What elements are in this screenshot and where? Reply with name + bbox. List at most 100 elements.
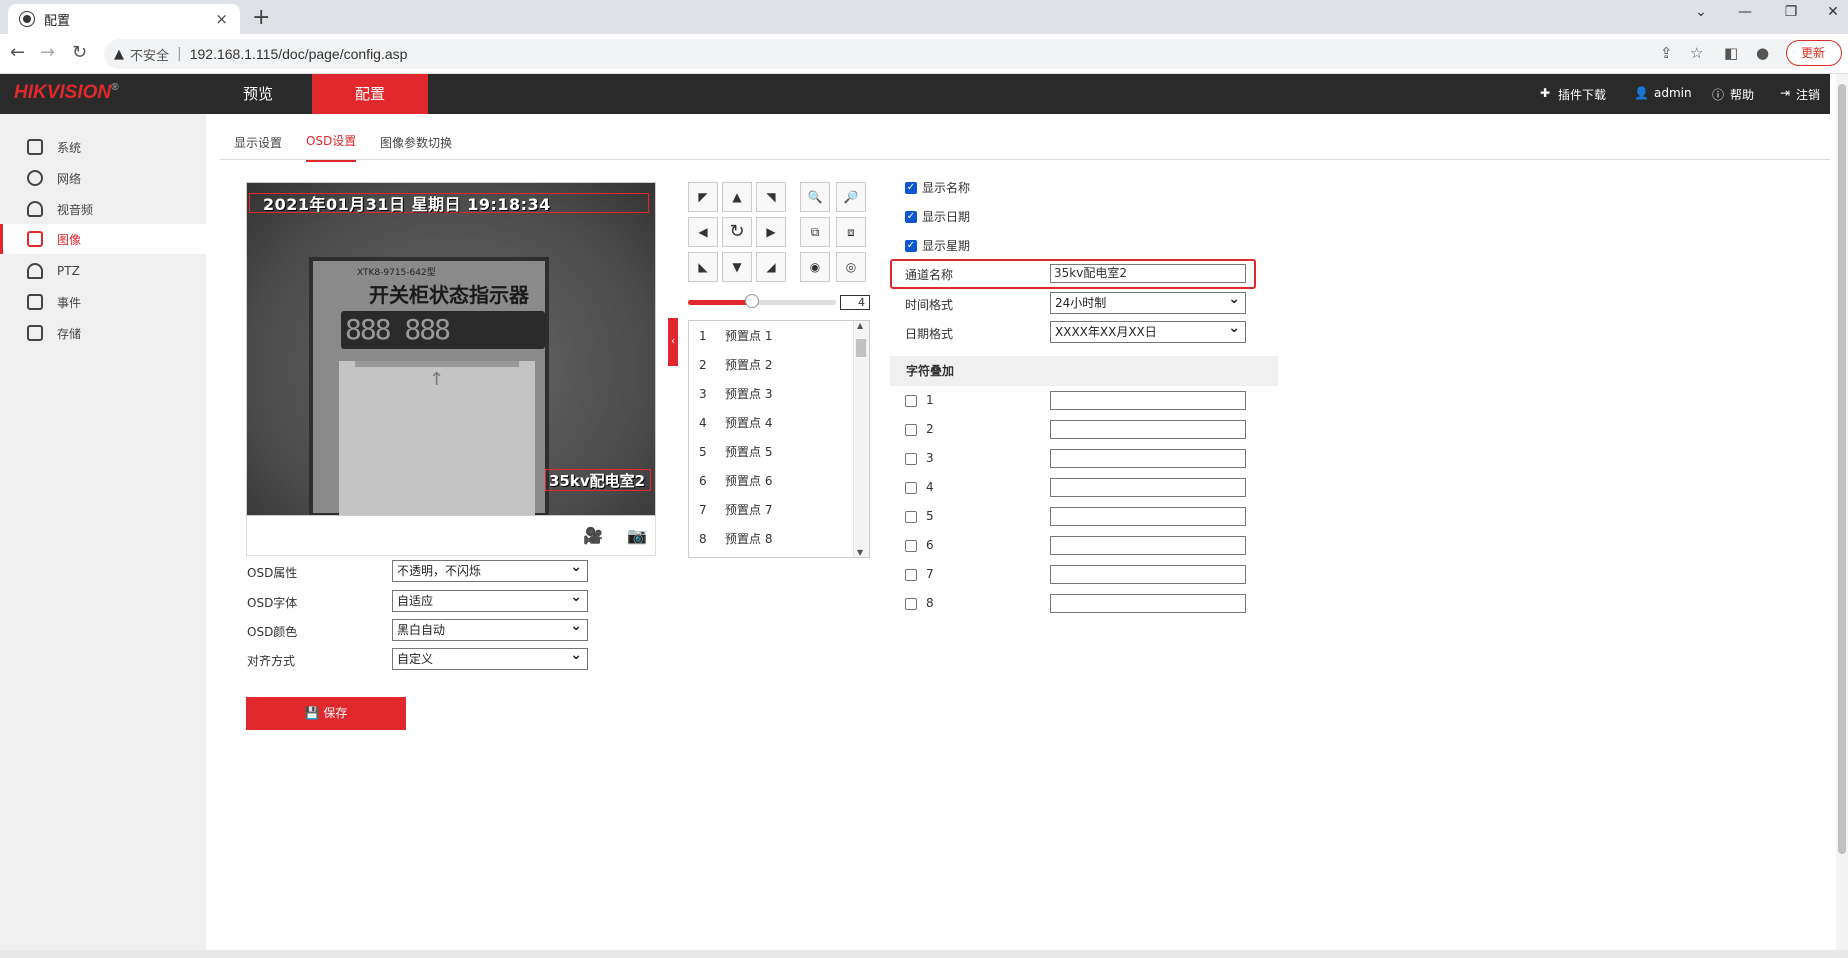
scroll-down-icon[interactable]: ▼	[857, 548, 863, 557]
preset-scrollbar[interactable]: ▲ ▼	[853, 321, 869, 557]
date-format-select[interactable]: XXXX年XX月XX日	[1050, 318, 1246, 343]
list-item[interactable]: 6 预置点 6	[689, 466, 853, 495]
focus-far-button[interactable]: ⧈	[836, 217, 866, 247]
close-window-icon[interactable]: ✕	[1818, 4, 1848, 20]
zoom-out-button[interactable]: 🔍	[800, 182, 830, 212]
overlay-checkbox-8[interactable]	[905, 598, 917, 610]
sidebar-item-ptz[interactable]: PTZ	[0, 256, 206, 286]
sidebar-item-image[interactable]: 图像	[0, 224, 206, 254]
ptz-up-right-button[interactable]: ◥	[756, 182, 786, 212]
preset-scroll-thumb[interactable]	[856, 339, 866, 357]
overlay-input-3[interactable]	[1050, 449, 1246, 468]
nav-preview[interactable]: 预览	[208, 74, 308, 114]
scroll-up-icon[interactable]: ▲	[857, 321, 863, 330]
logout-link[interactable]: 注销	[1796, 86, 1820, 103]
ptz-left-button[interactable]: ◀	[688, 217, 718, 247]
record-icon[interactable]: 🎥	[583, 526, 603, 545]
overlay-input-1[interactable]	[1050, 391, 1246, 410]
show-week-checkbox[interactable]: ✓	[905, 240, 917, 252]
close-tab-icon[interactable]: ×	[215, 10, 228, 28]
snapshot-icon[interactable]: 📷	[627, 526, 647, 545]
bookmark-star-icon[interactable]: ☆	[1690, 44, 1703, 62]
overlay-checkbox-4[interactable]	[905, 482, 917, 494]
list-item[interactable]: 5 预置点 5	[689, 437, 853, 466]
tab-osd-settings[interactable]: OSD设置	[306, 132, 357, 162]
osd-font-select[interactable]: 自适应	[392, 587, 588, 612]
align-select[interactable]: 自定义	[392, 645, 588, 670]
osd-attr-select[interactable]: 不透明，不闪烁	[392, 557, 588, 582]
ptz-speed-knob[interactable]	[744, 294, 759, 308]
list-item[interactable]: 3 预置点 3	[689, 379, 853, 408]
plugin-download-link[interactable]: 插件下载	[1558, 86, 1606, 103]
overlay-input-6[interactable]	[1050, 536, 1246, 555]
iris-open-button[interactable]: ◉	[800, 252, 830, 282]
iris-close-button[interactable]: ◎	[836, 252, 866, 282]
overlay-checkbox-2[interactable]	[905, 424, 917, 436]
sidebar-item-event[interactable]: 事件	[0, 287, 206, 317]
overlay-input-2[interactable]	[1050, 420, 1246, 439]
focus-near-button[interactable]: ⧉	[800, 217, 830, 247]
nav-config[interactable]: 配置	[312, 74, 428, 114]
help-icon[interactable]: ⓘ	[1712, 86, 1724, 103]
overlay-checkbox-7[interactable]	[905, 569, 917, 581]
tab-display-settings[interactable]: 显示设置	[234, 134, 282, 151]
new-tab-button[interactable]: +	[252, 5, 270, 30]
minimize-icon[interactable]: —	[1730, 4, 1760, 20]
update-button[interactable]: 更新	[1786, 40, 1842, 66]
sidebar-item-system[interactable]: 系统	[0, 132, 206, 162]
preset-list[interactable]: 1 预置点 1 2 预置点 2 3 预置点 3 4 预置点 4 5 预置点 5 6 预置点 …	[688, 320, 870, 558]
overlay-checkbox-6[interactable]	[905, 540, 917, 552]
ptz-speed-slider[interactable]	[688, 300, 836, 305]
list-item[interactable]: 1 预置点 1	[689, 321, 853, 350]
side-panel-icon[interactable]: ◧	[1724, 44, 1738, 62]
user-name[interactable]: admin	[1654, 86, 1692, 100]
browser-tab[interactable]: 配置 ×	[8, 4, 240, 34]
restore-icon[interactable]: ❐	[1776, 4, 1806, 20]
list-item[interactable]: 2 预置点 2	[689, 350, 853, 379]
sidebar-item-network[interactable]: 网络	[0, 163, 206, 193]
video-preview[interactable]: XTK8-9715-642型 开关柜状态指示器 888 888 ↑ 2021年0…	[246, 182, 656, 516]
tab-search-icon[interactable]: ⌄	[1686, 4, 1716, 20]
help-link[interactable]: 帮助	[1730, 86, 1754, 103]
reload-icon[interactable]: ↻	[72, 42, 87, 63]
share-icon[interactable]: ⇪	[1660, 44, 1673, 62]
osd-color-select[interactable]: 黑白自动	[392, 616, 588, 641]
save-button[interactable]: 💾 保存	[246, 697, 406, 730]
collapse-ptz-tab[interactable]: ‹	[668, 318, 678, 366]
channel-name-input[interactable]: 35kv配电室2	[1050, 264, 1246, 283]
overlay-input-5[interactable]	[1050, 507, 1246, 526]
forward-icon[interactable]: →	[40, 42, 55, 63]
address-bar[interactable]: ▲ 不安全 | 192.168.1.115/doc/page/config.as…	[104, 39, 1804, 69]
profile-icon[interactable]: ●	[1756, 44, 1769, 62]
page-scroll-thumb[interactable]	[1838, 84, 1846, 854]
time-format-select[interactable]: 24小时制	[1050, 289, 1246, 314]
list-item[interactable]: 4 预置点 4	[689, 408, 853, 437]
overlay-checkbox-5[interactable]	[905, 511, 917, 523]
ptz-down-button[interactable]: ▼	[722, 252, 752, 282]
overlay-checkbox-3[interactable]	[905, 453, 917, 465]
plugin-icon[interactable]: ✚	[1540, 86, 1550, 100]
sidebar-item-audio-video[interactable]: 视音频	[0, 194, 206, 224]
logout-icon[interactable]: ⇥	[1780, 86, 1790, 100]
overlay-input-7[interactable]	[1050, 565, 1246, 584]
ptz-down-left-button[interactable]: ◣	[688, 252, 718, 282]
ptz-down-right-button[interactable]: ◢	[756, 252, 786, 282]
ptz-auto-button[interactable]: ↻	[722, 217, 752, 247]
overlay-input-8[interactable]	[1050, 594, 1246, 613]
tab-image-param-switch[interactable]: 图像参数切换	[380, 134, 452, 151]
ptz-up-left-button[interactable]: ◤	[688, 182, 718, 212]
panel-model-text: XTK8-9715-642型	[357, 268, 436, 278]
show-date-checkbox[interactable]: ✓	[905, 211, 917, 223]
overlay-input-4[interactable]	[1050, 478, 1246, 497]
list-item[interactable]: 8 预置点 8	[689, 524, 853, 553]
sidebar-item-storage[interactable]: 存储	[0, 318, 206, 348]
back-icon[interactable]: ←	[10, 42, 25, 63]
show-name-checkbox[interactable]: ✓	[905, 182, 917, 194]
ptz-up-button[interactable]: ▲	[722, 182, 752, 212]
list-item[interactable]: 7 预置点 7	[689, 495, 853, 524]
page-scrollbar[interactable]	[1836, 74, 1848, 950]
ptz-right-button[interactable]: ▶	[756, 217, 786, 247]
overlay-checkbox-1[interactable]	[905, 395, 917, 407]
preset-label: 预置点 3	[725, 387, 773, 401]
zoom-in-button[interactable]: 🔎	[836, 182, 866, 212]
